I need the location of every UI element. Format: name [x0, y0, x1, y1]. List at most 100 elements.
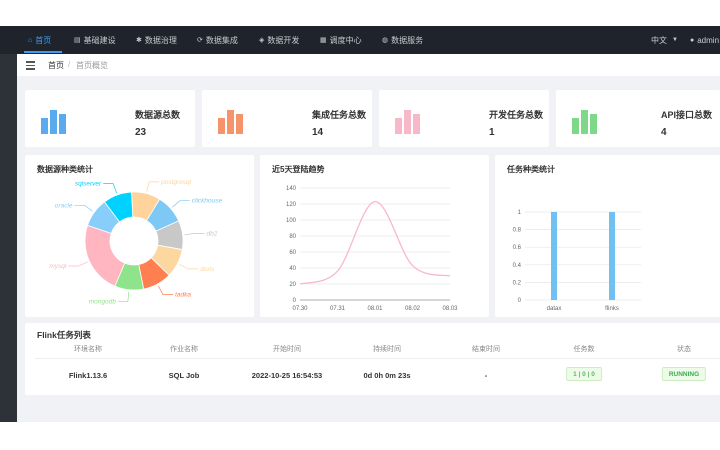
login-trend-panel: 近5天登陆趋势 0 20 40 60 80 100 120 140 07.30 07.31 08.0… — [260, 155, 489, 317]
slice-label: mongodb — [89, 299, 116, 306]
y-tick-label: 80 — [289, 234, 296, 240]
table-divider — [35, 358, 720, 359]
bar[interactable] — [609, 212, 615, 300]
y-tick-label: 0.8 — [513, 228, 522, 234]
bar-chart-icon — [395, 108, 423, 134]
column-header: 结束时间 — [472, 346, 500, 353]
cell-duration: 0d 0h 0m 23s — [363, 371, 411, 380]
user-icon: ● — [690, 36, 695, 44]
slice-label: postgresql — [160, 179, 192, 186]
nav-tab-2[interactable]: ✱ 数据治理 — [136, 26, 177, 54]
x-tick-label: 08.03 — [442, 306, 458, 312]
nav-tab-label: 调度中心 — [329, 35, 362, 45]
stat-value: 4 — [661, 127, 667, 138]
bar-chart-icon — [41, 108, 69, 134]
flink-task-table: Flink任务列表 环境名称 作业名称 开始时间 持续时间 结束时间 任务数 状态 Flin… — [25, 323, 720, 395]
column-header: 作业名称 — [170, 346, 198, 353]
bar-chart-icon — [572, 108, 600, 134]
top-navigation-bar: ⌂ 首页 ▤ 基础建设 ✱ 数据治理 ⟳ 数据集成 ◈ 数据开发 ▦ 调度中心 ◍ 数据服务 中文 ▼ ●… — [0, 26, 720, 54]
leader-line — [184, 233, 205, 236]
leader-line — [158, 285, 174, 295]
leader-line — [117, 291, 130, 303]
y-tick-label: 0.4 — [513, 263, 522, 269]
x-tick-label: flinks — [605, 306, 619, 312]
leader-line — [146, 181, 160, 192]
stat-card: 集成任务总数 14 — [202, 90, 372, 147]
breadcrumb-home[interactable]: 首页 — [48, 60, 64, 71]
nav-tab-3[interactable]: ⟳ 数据集成 — [197, 26, 238, 54]
y-tick-label: 120 — [286, 202, 297, 208]
column-header: 环境名称 — [74, 346, 102, 353]
cell-job-name: SQL Job — [168, 371, 200, 380]
y-tick-label: 1 — [518, 210, 522, 216]
gear-icon: ✱ — [136, 37, 142, 44]
slice-label: tadka — [175, 292, 191, 299]
sync-icon: ⟳ — [197, 37, 203, 44]
user-menu[interactable]: ● admin — [690, 26, 719, 54]
language-selector[interactable]: 中文 ▼ — [651, 26, 678, 54]
service-icon: ◍ — [382, 37, 389, 44]
calendar-icon: ▦ — [320, 37, 327, 44]
shield-icon: ◈ — [259, 37, 265, 44]
y-tick-label: 60 — [289, 250, 296, 256]
breadcrumb-bar: 首页 / 首页概览 — [17, 54, 720, 76]
column-header: 状态 — [677, 346, 691, 353]
nav-tab-6[interactable]: ◍ 数据服务 — [382, 26, 423, 54]
leader-line — [103, 183, 117, 194]
nav-tab-5[interactable]: ▦ 调度中心 — [320, 26, 362, 54]
leader-line — [172, 200, 190, 208]
nav-tab-label: 数据治理 — [144, 35, 177, 45]
slice-label: oracle — [55, 202, 73, 209]
breadcrumb-separator: / — [68, 60, 71, 69]
leader-line — [68, 261, 88, 267]
leader-line — [74, 204, 93, 212]
breadcrumb-current: 首页概览 — [76, 61, 108, 70]
x-tick-label: 07.31 — [330, 306, 346, 312]
y-tick-label: 20 — [289, 282, 296, 288]
nav-tab-label: 数据开发 — [267, 35, 300, 45]
slice-label: db2 — [207, 231, 218, 238]
column-header: 开始时间 — [273, 346, 301, 353]
leader-line — [179, 264, 199, 270]
stat-label: API接口总数 — [661, 110, 713, 120]
series-line[interactable] — [299, 200, 451, 285]
column-header: 持续时间 — [373, 346, 401, 353]
slice-label: doris — [200, 266, 215, 273]
y-tick-label: 0.6 — [513, 245, 522, 251]
stat-value: 1 — [489, 127, 495, 138]
status-badge: RUNNING — [661, 367, 707, 381]
stat-label: 开发任务总数 — [489, 110, 544, 120]
y-tick-label: 140 — [286, 186, 297, 192]
document-icon: ▤ — [74, 37, 81, 44]
language-label: 中文 — [651, 35, 667, 45]
cell-env-name: Flink1.13.6 — [68, 371, 108, 380]
nav-tab-label: 数据服务 — [391, 35, 424, 45]
donut-slice[interactable] — [84, 224, 126, 287]
task-type-panel: 任务种类统计 0 0.2 0.4 0.6 0.8 1 datax flinks — [495, 155, 720, 317]
sidebar-collapsed — [0, 54, 17, 422]
datasource-donut-chart: clickhouse db2 doris tadka mongodb mysql oracl… — [49, 179, 223, 306]
nav-tab-4[interactable]: ◈ 数据开发 — [259, 26, 299, 54]
nav-tab-0[interactable]: ⌂ 首页 — [28, 26, 51, 54]
stat-card: 数据源总数 23 — [25, 90, 195, 147]
nav-tab-1[interactable]: ▤ 基础建设 — [74, 26, 116, 54]
menu-toggle-icon[interactable] — [26, 61, 35, 70]
stat-value: 23 — [135, 127, 147, 138]
slice-label: mysql — [49, 263, 67, 270]
caret-down-icon: ▼ — [672, 37, 678, 43]
cell-end-time: - — [484, 371, 488, 380]
slice-label: clickhouse — [192, 198, 223, 205]
task-count-badge: 1 | 0 | 0 — [566, 367, 602, 381]
y-tick-label: 0 — [293, 298, 297, 304]
y-tick-label: 100 — [286, 218, 297, 224]
y-tick-label: 40 — [289, 266, 296, 272]
bar[interactable] — [551, 212, 557, 300]
username: admin — [697, 35, 720, 45]
stat-card: API接口总数 4 — [556, 90, 720, 147]
app-window: ⌂ 首页 ▤ 基础建设 ✱ 数据治理 ⟳ 数据集成 ◈ 数据开发 ▦ 调度中心 ◍ 数据服务 中文 ▼ ●… — [0, 26, 720, 422]
x-tick-label: 07.30 — [292, 306, 308, 312]
slice-label: sqlserver — [75, 181, 102, 188]
active-tab-indicator — [24, 51, 62, 53]
stat-label: 集成任务总数 — [312, 110, 367, 120]
stat-card: 开发任务总数 1 — [379, 90, 549, 147]
